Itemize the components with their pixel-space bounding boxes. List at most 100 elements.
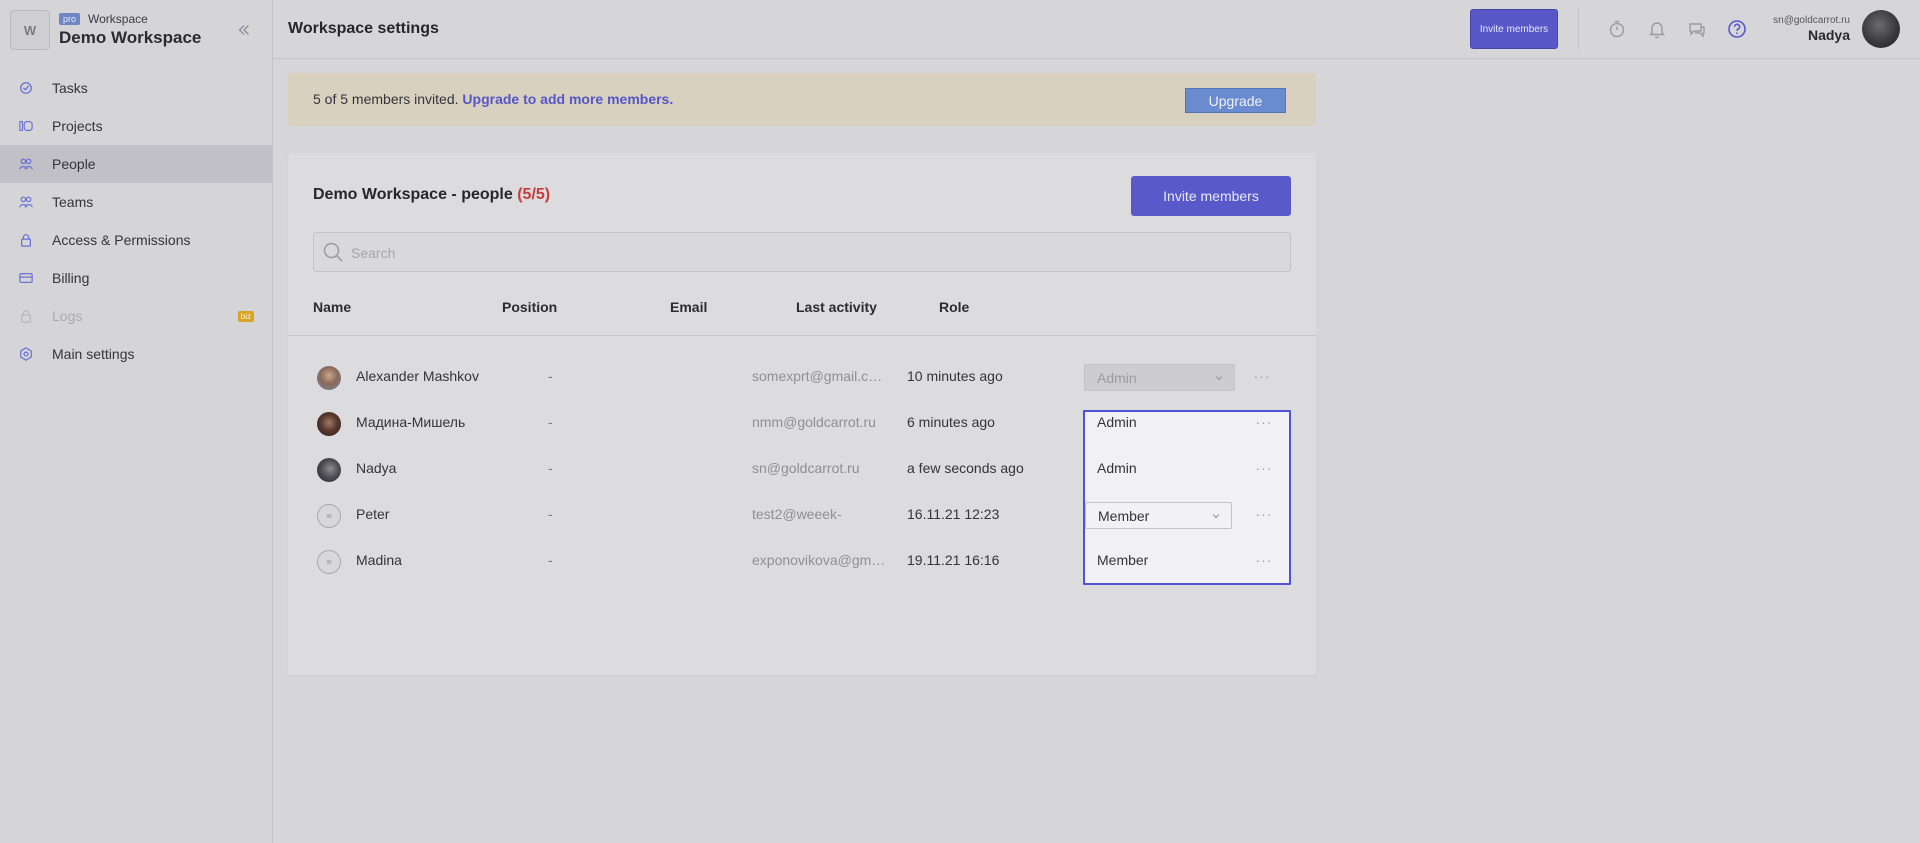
bell-icon[interactable] — [1646, 18, 1668, 40]
more-options-icon[interactable]: ··· — [1254, 552, 1274, 568]
member-position: - — [548, 368, 553, 384]
teams-icon — [18, 194, 34, 210]
member-email: sn@goldcarrot.ru — [752, 460, 860, 476]
table-row[interactable]: Nadya - sn@goldcarrot.ru a few seconds a… — [288, 446, 1316, 492]
help-icon[interactable] — [1726, 18, 1748, 40]
member-position: - — [548, 460, 553, 476]
table-row[interactable]: w Peter - test2@weeek- 16.11.21 12:23 Me… — [288, 492, 1316, 538]
sidebar-item-main-settings[interactable]: Main settings — [0, 335, 272, 373]
member-name: Madina — [356, 552, 402, 568]
member-email: nmm@goldcarrot.ru — [752, 414, 876, 430]
avatar: w — [317, 550, 341, 574]
member-name: Alexander Mashkov — [356, 368, 479, 384]
sidebar-item-label: Logs — [52, 308, 83, 324]
credit-card-icon — [18, 270, 34, 286]
gear-icon — [18, 346, 34, 362]
chat-icon[interactable] — [1686, 18, 1708, 40]
people-icon — [18, 156, 34, 172]
sidebar-item-label: Access & Permissions — [52, 232, 191, 248]
people-card: Demo Workspace - people (5/5) Invite mem… — [288, 153, 1316, 675]
timer-icon[interactable] — [1606, 18, 1628, 40]
people-title: Demo Workspace - people (5/5) — [313, 186, 550, 204]
invite-members-button[interactable]: Invite members — [1470, 9, 1558, 49]
divider — [288, 335, 1316, 336]
workspace-header[interactable]: W pro Workspace Demo Workspace — [10, 10, 263, 50]
invite-members-button[interactable]: Invite members — [1131, 176, 1291, 216]
upgrade-button[interactable]: Upgrade — [1185, 88, 1286, 113]
sidebar: W pro Workspace Demo Workspace Tasks Pro… — [0, 0, 273, 843]
column-header-name: Name — [313, 299, 352, 315]
avatar-placeholder-icon: w — [326, 512, 332, 520]
banner-text: 5 of 5 members invited. Upgrade to add m… — [313, 91, 673, 107]
avatar-placeholder-icon: w — [326, 558, 332, 566]
role-value[interactable]: Admin — [1097, 460, 1137, 476]
avatar — [317, 412, 341, 436]
table-row[interactable]: Alexander Mashkov - somexprt@gmail.com 1… — [288, 354, 1316, 400]
avatar — [317, 458, 341, 482]
sidebar-nav: Tasks Projects People Teams Access & Per… — [0, 69, 272, 373]
plan-badge: biz — [237, 311, 254, 322]
more-options-icon[interactable]: ··· — [1254, 414, 1274, 430]
role-value[interactable]: Admin — [1097, 414, 1137, 430]
table-row[interactable]: Мадина-Мишель - nmm@goldcarrot.ru 6 minu… — [288, 400, 1316, 446]
avatar[interactable] — [1862, 10, 1900, 48]
role-value[interactable]: Member — [1097, 552, 1148, 568]
member-last-activity: 6 minutes ago — [907, 414, 995, 430]
workspace-logo: W — [10, 10, 50, 50]
sidebar-item-label: People — [52, 156, 96, 172]
member-last-activity: 10 minutes ago — [907, 368, 1003, 384]
search-box — [313, 232, 1291, 272]
avatar: w — [317, 504, 341, 528]
chevron-down-icon — [1212, 514, 1220, 519]
sidebar-item-people[interactable]: People — [0, 145, 272, 183]
member-name: Мадина-Мишель — [356, 414, 466, 430]
sidebar-item-billing[interactable]: Billing — [0, 259, 272, 297]
more-options-icon[interactable]: ··· — [1254, 460, 1274, 476]
sidebar-item-teams[interactable]: Teams — [0, 183, 272, 221]
upgrade-link[interactable]: Upgrade to add more members. — [462, 91, 673, 107]
more-options-icon[interactable]: ··· — [1254, 506, 1274, 522]
member-last-activity: a few seconds ago — [907, 460, 1024, 476]
banner-message: 5 of 5 members invited. — [313, 91, 459, 107]
sidebar-item-logs[interactable]: Logs biz — [0, 297, 272, 335]
column-header-last-activity: Last activity — [796, 299, 877, 315]
collapse-sidebar-icon[interactable] — [232, 18, 256, 42]
sidebar-item-label: Main settings — [52, 346, 135, 362]
member-position: - — [548, 414, 553, 430]
top-bar: Workspace settings Invite members sn@gol… — [273, 0, 1920, 59]
member-email: exponovikova@gmail.com — [752, 552, 887, 568]
sidebar-item-label: Projects — [52, 118, 103, 134]
sidebar-item-access-permissions[interactable]: Access & Permissions — [0, 221, 272, 259]
member-name: Peter — [356, 506, 390, 522]
sidebar-item-tasks[interactable]: Tasks — [0, 69, 272, 107]
member-position: - — [548, 552, 553, 568]
member-count: (5/5) — [517, 186, 551, 203]
table-row[interactable]: w Madina - exponovikova@gmail.com 19.11.… — [288, 538, 1316, 584]
workspace-kind-label: Workspace — [88, 12, 148, 26]
lock-icon — [18, 308, 34, 324]
page-title: Workspace settings — [288, 20, 439, 37]
lock-icon — [18, 232, 34, 248]
member-position: - — [548, 506, 553, 522]
column-header-email: Email — [670, 299, 708, 315]
people-title-text: Demo Workspace - people — [313, 186, 513, 203]
divider — [1578, 8, 1579, 50]
column-header-position: Position — [502, 299, 558, 315]
member-name: Nadya — [356, 460, 397, 476]
role-value: Member — [1098, 507, 1150, 524]
role-value: Admin — [1097, 369, 1137, 386]
avatar — [317, 366, 341, 390]
member-last-activity: 19.11.21 16:16 — [907, 552, 1000, 568]
sidebar-item-label: Billing — [52, 270, 90, 286]
member-email: test2@weeek- — [752, 506, 842, 522]
more-options-icon[interactable]: ··· — [1252, 368, 1272, 384]
role-select[interactable]: Member — [1085, 502, 1232, 529]
sidebar-item-projects[interactable]: Projects — [0, 107, 272, 145]
user-name: Nadya — [1807, 27, 1850, 43]
chevron-down-icon — [1215, 376, 1223, 381]
search-icon — [322, 241, 344, 263]
check-circle-icon — [18, 80, 34, 96]
search-input[interactable] — [351, 243, 1271, 263]
role-select[interactable]: Admin — [1084, 364, 1235, 391]
workspace-name: Demo Workspace — [59, 28, 202, 47]
